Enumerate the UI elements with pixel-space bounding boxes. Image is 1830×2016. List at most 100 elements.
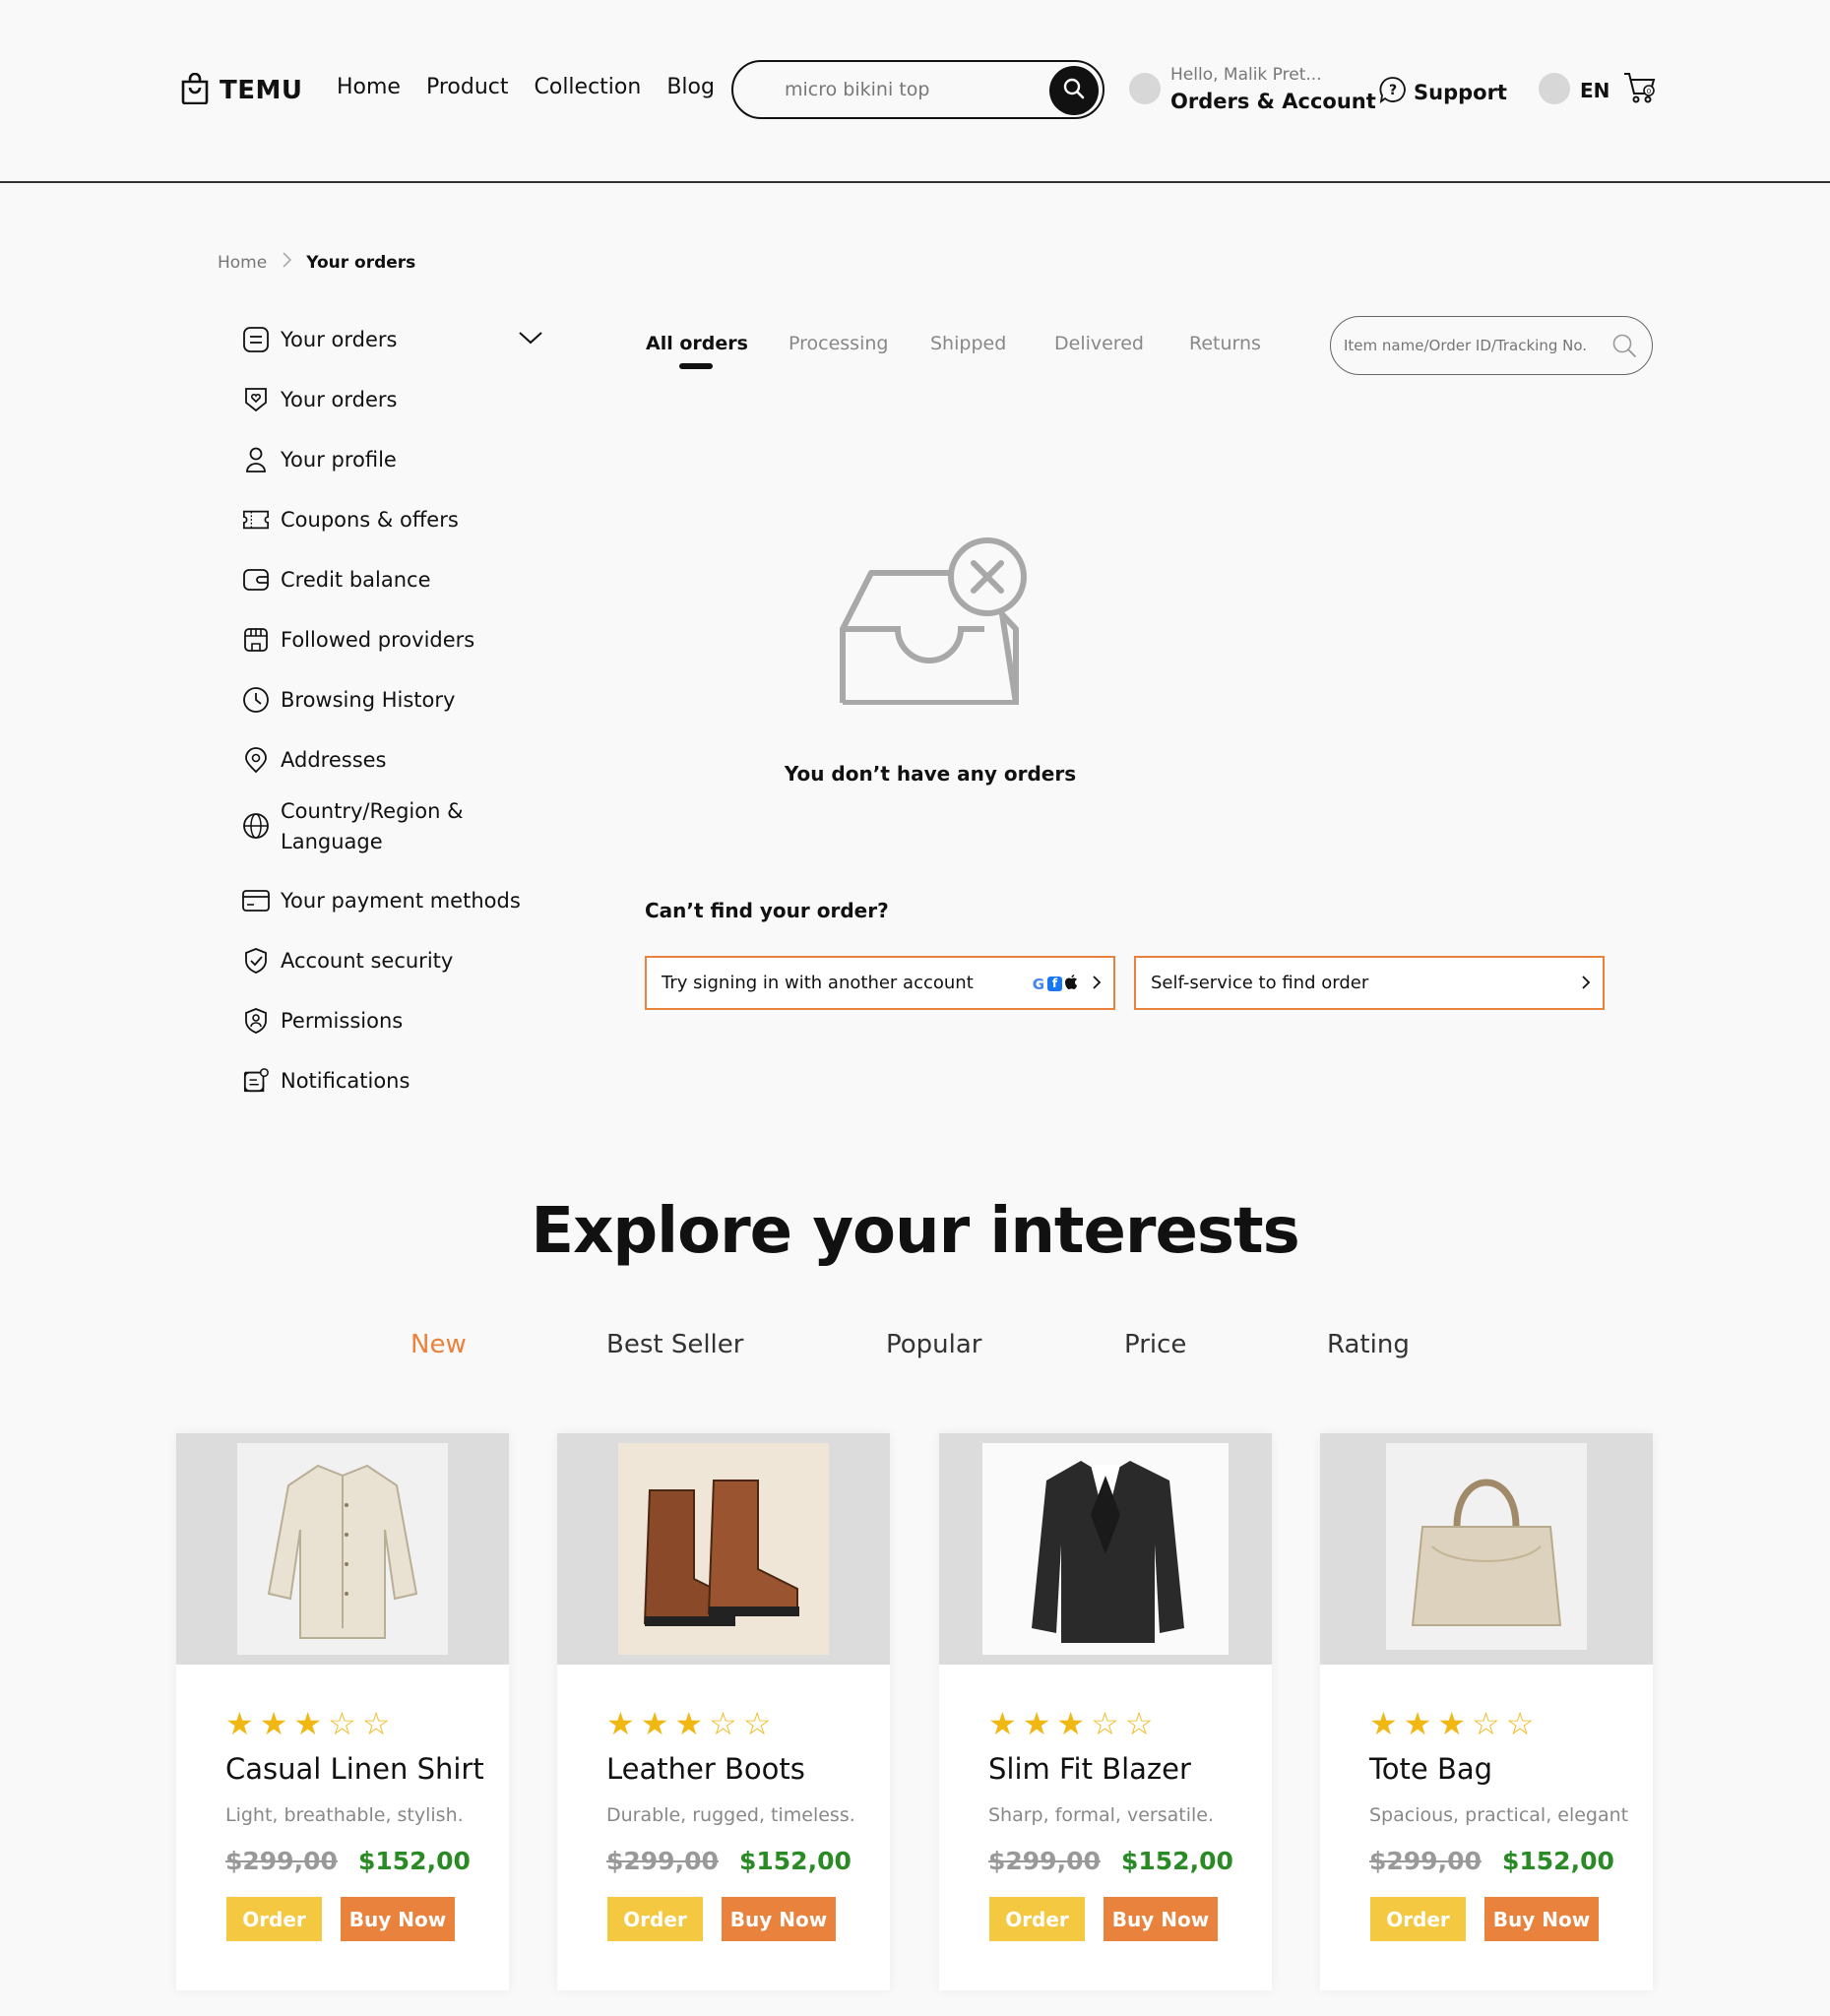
sidebar-item-label: Account security bbox=[281, 949, 454, 973]
sidebar-item-coupons[interactable]: Coupons & offers bbox=[242, 506, 459, 534]
filter-popular[interactable]: Popular bbox=[886, 1330, 982, 1359]
order-button[interactable]: Order bbox=[1370, 1897, 1466, 1941]
sidebar-item-label: Credit balance bbox=[281, 568, 431, 592]
buy-now-button[interactable]: Buy Now bbox=[1104, 1897, 1218, 1941]
svg-text:0: 0 bbox=[1647, 88, 1651, 95]
cart-button[interactable]: 0 bbox=[1622, 70, 1656, 109]
sidebar-item-your-orders-2[interactable]: Your orders bbox=[242, 386, 397, 413]
sidebar-item-label: Followed providers bbox=[281, 628, 475, 652]
star-rating: ★★★☆☆ bbox=[225, 1705, 397, 1742]
sidebar-item-label: Browsing History bbox=[281, 688, 456, 712]
shield-check-icon bbox=[242, 947, 270, 975]
product-image[interactable] bbox=[982, 1443, 1229, 1655]
sidebar-item-followed-providers[interactable]: Followed providers bbox=[242, 626, 474, 654]
top-header: TEMU Home Product Collection Blog Hello,… bbox=[0, 0, 1830, 183]
product-title: Leather Boots bbox=[606, 1752, 805, 1786]
search-icon bbox=[1062, 77, 1086, 104]
sidebar-item-permissions[interactable]: Permissions bbox=[242, 1007, 403, 1035]
tab-delivered[interactable]: Delivered bbox=[1054, 333, 1144, 354]
sidebar-item-credit-balance[interactable]: Credit balance bbox=[242, 566, 431, 594]
order-button[interactable]: Order bbox=[226, 1897, 322, 1941]
filter-rating[interactable]: Rating bbox=[1327, 1330, 1410, 1359]
breadcrumb: Home Your orders bbox=[218, 251, 415, 274]
search-icon[interactable] bbox=[1610, 332, 1638, 363]
cant-find-heading: Can’t find your order? bbox=[645, 899, 889, 922]
account-menu[interactable]: Hello, Malik Pret... Orders & Account bbox=[1170, 65, 1376, 113]
order-button[interactable]: Order bbox=[607, 1897, 703, 1941]
star-rating: ★★★☆☆ bbox=[988, 1705, 1160, 1742]
sale-price: $152,00 bbox=[739, 1847, 852, 1875]
filter-new[interactable]: New bbox=[410, 1330, 467, 1359]
active-tab-indicator bbox=[679, 363, 713, 369]
logo[interactable]: TEMU bbox=[180, 72, 302, 108]
product-card[interactable]: ★★★☆☆ Leather Boots Durable, rugged, tim… bbox=[557, 1433, 890, 1990]
original-price: $299,00 bbox=[1369, 1847, 1482, 1875]
sign-in-other-account-button[interactable]: Try signing in with another account G f bbox=[645, 956, 1115, 1010]
sidebar-item-payment-methods[interactable]: Your payment methods bbox=[242, 887, 521, 914]
product-image[interactable] bbox=[618, 1443, 829, 1655]
order-search-box bbox=[1330, 316, 1653, 375]
user-icon bbox=[242, 446, 270, 473]
product-image-frame bbox=[176, 1433, 509, 1665]
product-title: Tote Bag bbox=[1369, 1752, 1493, 1786]
chevron-right-icon bbox=[1092, 974, 1102, 996]
search-button[interactable] bbox=[1049, 66, 1099, 115]
heart-shield-icon bbox=[242, 386, 270, 413]
support-link[interactable]: ? Support bbox=[1378, 75, 1507, 109]
product-title: Casual Linen Shirt bbox=[225, 1752, 484, 1786]
product-description: Durable, rugged, timeless. bbox=[606, 1804, 855, 1826]
language-selector[interactable]: EN bbox=[1580, 79, 1609, 102]
sidebar-item-label: Notifications bbox=[281, 1069, 410, 1093]
tab-all-orders[interactable]: All orders bbox=[646, 333, 748, 354]
product-image[interactable] bbox=[237, 1443, 448, 1655]
store-icon bbox=[242, 626, 270, 654]
product-title: Slim Fit Blazer bbox=[988, 1752, 1191, 1786]
sidebar-item-your-profile[interactable]: Your profile bbox=[242, 446, 397, 473]
sidebar-item-account-security[interactable]: Account security bbox=[242, 947, 453, 975]
sidebar-item-browsing-history[interactable]: Browsing History bbox=[242, 686, 455, 714]
shield-user-icon bbox=[242, 1007, 270, 1035]
original-price: $299,00 bbox=[988, 1847, 1101, 1875]
card-icon bbox=[242, 887, 270, 914]
buy-now-button[interactable]: Buy Now bbox=[1484, 1897, 1599, 1941]
sidebar-item-your-orders[interactable]: Your orders bbox=[242, 326, 397, 353]
product-image[interactable] bbox=[1386, 1443, 1587, 1650]
self-service-find-order-button[interactable]: Self-service to find order bbox=[1134, 956, 1605, 1010]
tab-shipped[interactable]: Shipped bbox=[930, 333, 1006, 354]
sidebar-item-country-language[interactable]: Country/Region & Language bbox=[242, 796, 498, 857]
order-search-input[interactable] bbox=[1344, 337, 1609, 354]
apple-icon bbox=[1065, 975, 1078, 993]
nav-product[interactable]: Product bbox=[426, 75, 509, 99]
sidebar-item-label: Your orders bbox=[281, 328, 398, 351]
avatar[interactable] bbox=[1129, 73, 1161, 104]
svg-text:?: ? bbox=[1389, 83, 1397, 98]
buy-now-button[interactable]: Buy Now bbox=[341, 1897, 455, 1941]
order-button[interactable]: Order bbox=[989, 1897, 1085, 1941]
nav-blog[interactable]: Blog bbox=[666, 75, 715, 99]
buy-now-button[interactable]: Buy Now bbox=[722, 1897, 836, 1941]
greeting-text: Hello, Malik Pret... bbox=[1170, 65, 1322, 85]
chevron-down-icon[interactable] bbox=[518, 330, 543, 349]
product-card[interactable]: ★★★☆☆ Casual Linen Shirt Light, breathab… bbox=[176, 1433, 509, 1990]
breadcrumb-current: Your orders bbox=[306, 252, 416, 273]
filter-price[interactable]: Price bbox=[1124, 1330, 1186, 1359]
chevron-right-icon bbox=[1581, 974, 1591, 996]
filter-best-seller[interactable]: Best Seller bbox=[606, 1330, 743, 1359]
sidebar-item-notifications[interactable]: Notifications bbox=[242, 1067, 410, 1095]
sidebar-item-addresses[interactable]: Addresses bbox=[242, 746, 387, 774]
breadcrumb-home[interactable]: Home bbox=[218, 253, 267, 273]
product-card[interactable]: ★★★☆☆ Tote Bag Spacious, practical, eleg… bbox=[1320, 1433, 1653, 1990]
sidebar-item-label: Your orders bbox=[281, 388, 398, 411]
nav-home[interactable]: Home bbox=[337, 75, 401, 99]
nav-collection[interactable]: Collection bbox=[535, 75, 642, 99]
tab-processing[interactable]: Processing bbox=[789, 333, 888, 354]
sale-price: $152,00 bbox=[1121, 1847, 1233, 1875]
product-card[interactable]: ★★★☆☆ Slim Fit Blazer Sharp, formal, ver… bbox=[939, 1433, 1272, 1990]
flag-icon[interactable] bbox=[1539, 73, 1570, 104]
location-pin-icon bbox=[242, 746, 270, 774]
ticket-icon bbox=[242, 506, 270, 534]
tab-returns[interactable]: Returns bbox=[1189, 333, 1261, 354]
help-icon: ? bbox=[1378, 75, 1408, 109]
search-input[interactable] bbox=[785, 79, 1031, 100]
sidebar-item-label: Country/Region & Language bbox=[281, 799, 464, 853]
